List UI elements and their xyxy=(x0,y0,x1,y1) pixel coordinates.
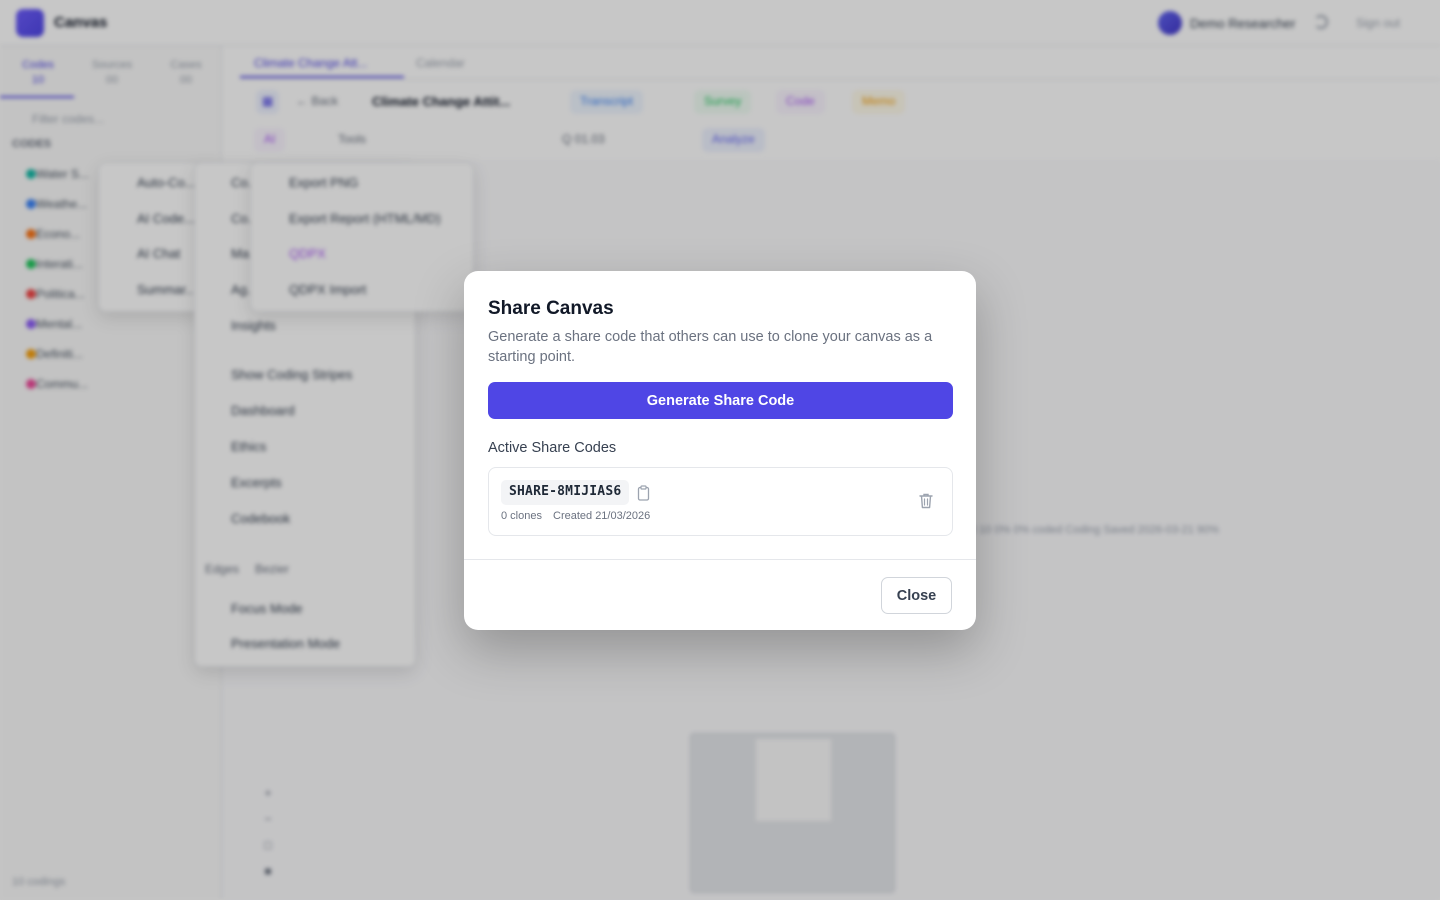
close-button[interactable]: Close xyxy=(881,577,952,614)
dialog-divider xyxy=(464,559,976,560)
share-code-card: SHARE-8MIJIAS6 0 clones Created 21/03/20… xyxy=(488,467,953,536)
share-canvas-dialog: Share Canvas Generate a share code that … xyxy=(464,271,976,630)
dialog-description: Generate a share code that others can us… xyxy=(488,329,933,365)
share-code-value: SHARE-8MIJIAS6 xyxy=(501,480,630,505)
active-share-codes-heading: Active Share Codes xyxy=(488,440,617,456)
clipboard-icon[interactable] xyxy=(637,485,650,501)
created-date: Created 21/03/2026 xyxy=(553,510,651,522)
dialog-title: Share Canvas xyxy=(488,298,614,319)
clone-count: 0 clones xyxy=(501,510,542,522)
generate-share-code-button[interactable]: Generate Share Code xyxy=(488,382,953,419)
trash-icon[interactable] xyxy=(918,492,934,510)
